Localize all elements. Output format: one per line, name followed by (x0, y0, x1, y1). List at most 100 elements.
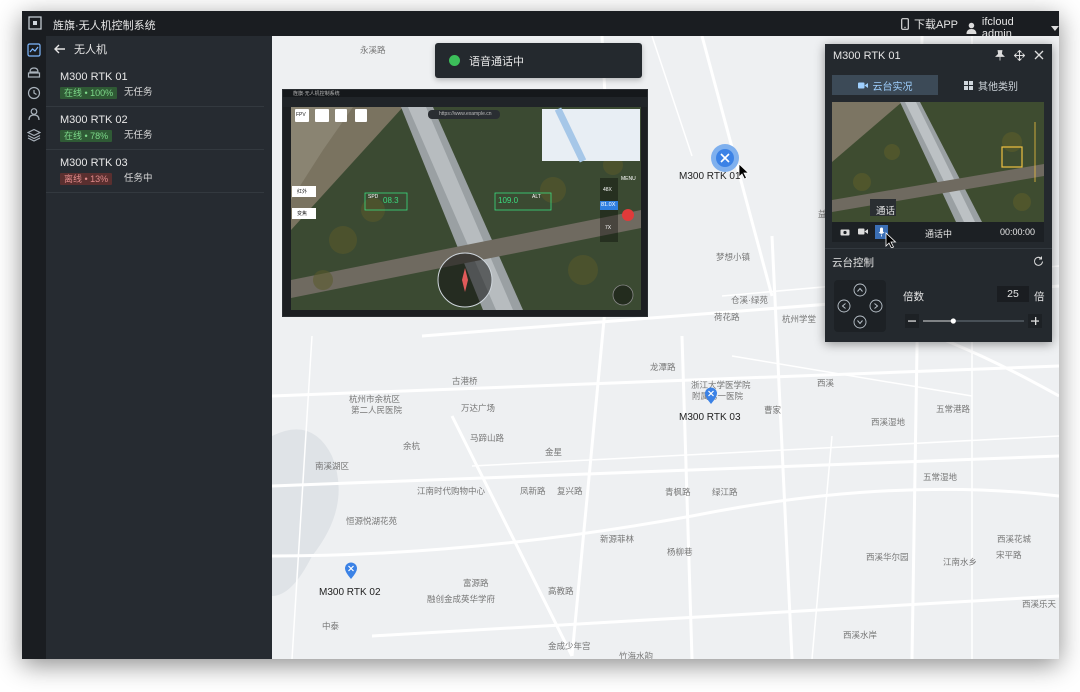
layers-icon[interactable] (27, 128, 41, 142)
back-arrow-icon[interactable] (54, 44, 66, 54)
drone-task: 任务中 (124, 173, 153, 184)
map-label: 荷花路 (714, 312, 740, 322)
cursor-icon (885, 232, 897, 249)
pip-alt-label: ALT (532, 194, 541, 200)
caret-down-icon (1051, 25, 1059, 31)
cloud-dock-icon[interactable] (27, 65, 41, 79)
map-label: 金成少年宫 (548, 641, 591, 651)
map-label: 曹家 (764, 405, 782, 415)
zoom-label: 倍数 (903, 291, 924, 303)
mic-icon (878, 227, 885, 237)
status-badge: 在线 • 100% (60, 87, 118, 99)
close-icon[interactable] (1034, 50, 1044, 60)
top-bar: 旌旗·无人机控制系统 下载APP ifcloud admin (22, 11, 1059, 40)
panel-actions (995, 50, 1044, 61)
camera-icon[interactable] (840, 228, 850, 236)
pip-drone-feed (283, 90, 647, 316)
map-label: 杭州学堂 (782, 314, 817, 324)
map-label: 马蹄山路 (470, 433, 505, 443)
tab-other-categories-label: 其他类别 (978, 81, 1018, 93)
app-window: 旌旗·无人机控制系统 下载APP ifcloud admin 无人机 M300 … (22, 11, 1059, 659)
pip-zoom-label: 48X (603, 187, 612, 193)
drone-name: M300 RTK 02 (60, 114, 128, 126)
user-icon (966, 22, 977, 34)
map-label: 杨柳巷 (667, 547, 693, 557)
gimbal-control-title: 云台控制 (832, 257, 874, 269)
map-label: 梦想小镇 (716, 252, 751, 262)
map-label: 西溪华尔园 (866, 552, 909, 562)
gimbal-dpad[interactable] (833, 279, 887, 333)
map-label: 古港桥 (452, 376, 478, 386)
map-pin-icon (345, 562, 357, 579)
map-label: 竹海水韵 (619, 651, 654, 659)
status-badge: 离线 • 13% (60, 173, 113, 185)
map-label: 西溪湿地 (871, 417, 906, 427)
voice-call-banner: 语音通话中 (435, 43, 642, 78)
drone-marker-01[interactable] (711, 144, 739, 172)
refresh-icon[interactable] (1033, 256, 1044, 267)
app-title: 旌旗·无人机控制系统 (53, 20, 156, 32)
sidebar-header: 无人机 (54, 41, 107, 57)
tab-other-categories[interactable]: 其他类别 (938, 75, 1044, 95)
drone-sidebar: 无人机 M300 RTK 01 在线 • 100% 无任务 M300 RTK 0… (46, 36, 272, 659)
download-app-link[interactable]: 下载APP (901, 16, 958, 32)
pip-zoom-value: 81.0X (601, 202, 616, 208)
map-label: 江南时代购物中心 (417, 486, 486, 496)
record-icon[interactable] (858, 228, 868, 235)
map-label: 五常湿地 (923, 472, 958, 482)
map-label: 富源路 (463, 578, 489, 588)
call-tooltip: 通话 (876, 206, 896, 217)
grid-icon (964, 80, 973, 90)
map-label: 西溪水岸 (843, 630, 878, 640)
pip-spd-value: 08.3 (383, 196, 399, 205)
map-label: 西溪 (817, 378, 835, 388)
map-label: 宋平路 (996, 550, 1022, 560)
drone-item[interactable]: M300 RTK 03 离线 • 13% 任务中 (46, 150, 264, 193)
map-label: 南溪湖区 (315, 461, 350, 471)
map-label: 融创金成英华学府 (427, 594, 496, 604)
map-label: 青枫路 (665, 487, 691, 497)
map-label: 仓溪·绿苑 (731, 295, 768, 305)
history-icon[interactable] (27, 86, 41, 100)
pip-preview[interactable]: 旌旗·无人机控制系统 https://www.example.cn FPV 红外… (282, 89, 648, 317)
drone-item[interactable]: M300 RTK 01 在线 • 100% 无任务 (46, 64, 264, 107)
voice-call-label: 语音通话中 (469, 55, 524, 68)
pin-icon[interactable] (995, 50, 1005, 61)
pip-zoom-button: 变焦 (297, 211, 308, 217)
sidebar-title: 无人机 (74, 44, 107, 56)
zoom-input[interactable]: 25 (997, 286, 1029, 302)
drone-marker-label: M300 RTK 03 (679, 412, 741, 423)
drone-marker-03[interactable] (704, 387, 718, 405)
map-label: 恒源悦湖花苑 (346, 516, 398, 526)
team-icon[interactable] (27, 107, 41, 121)
panel-title: M300 RTK 01 (833, 50, 901, 62)
gimbal-video-frame (832, 102, 1044, 222)
pip-infrared-button: 红外 (297, 189, 308, 195)
map-label: 第二人民医院 (351, 405, 403, 415)
gimbal-live-feed[interactable]: 通话 (832, 102, 1044, 222)
phone-icon (901, 18, 909, 30)
move-icon[interactable] (1014, 50, 1025, 61)
map-label: 高教路 (548, 586, 574, 596)
map-view[interactable]: 永溪路 荷花路 古港桥 杭州市余杭区 第二人民医院 万达广场 余杭 马蹄山路 南… (272, 36, 1059, 659)
status-badge: 在线 • 78% (60, 130, 113, 142)
zoom-slider[interactable] (905, 314, 1042, 328)
pip-zoom-level: 7X (605, 225, 612, 231)
drone-task: 无任务 (124, 130, 153, 141)
pip-menu-label: MENU (621, 176, 636, 182)
map-label: 余杭 (403, 441, 421, 451)
drone-marker-02[interactable] (344, 562, 358, 580)
drone-active-icon (711, 144, 739, 172)
icon-rail (22, 36, 46, 659)
map-pin-icon (705, 387, 717, 404)
drone-item[interactable]: M300 RTK 02 在线 • 78% 无任务 (46, 107, 264, 150)
zoom-slider-thumb[interactable] (950, 318, 956, 324)
map-label: 江南水乡 (943, 557, 978, 567)
map-label: 绿江路 (712, 487, 738, 497)
map-label: 西溪乐天 (1022, 599, 1057, 609)
panel-divider (825, 248, 1052, 249)
call-status: 通话中 (925, 229, 953, 239)
monitor-icon[interactable] (27, 43, 41, 57)
tab-gimbal-live[interactable]: 云台实况 (832, 75, 938, 95)
drone-name: M300 RTK 03 (60, 157, 128, 169)
